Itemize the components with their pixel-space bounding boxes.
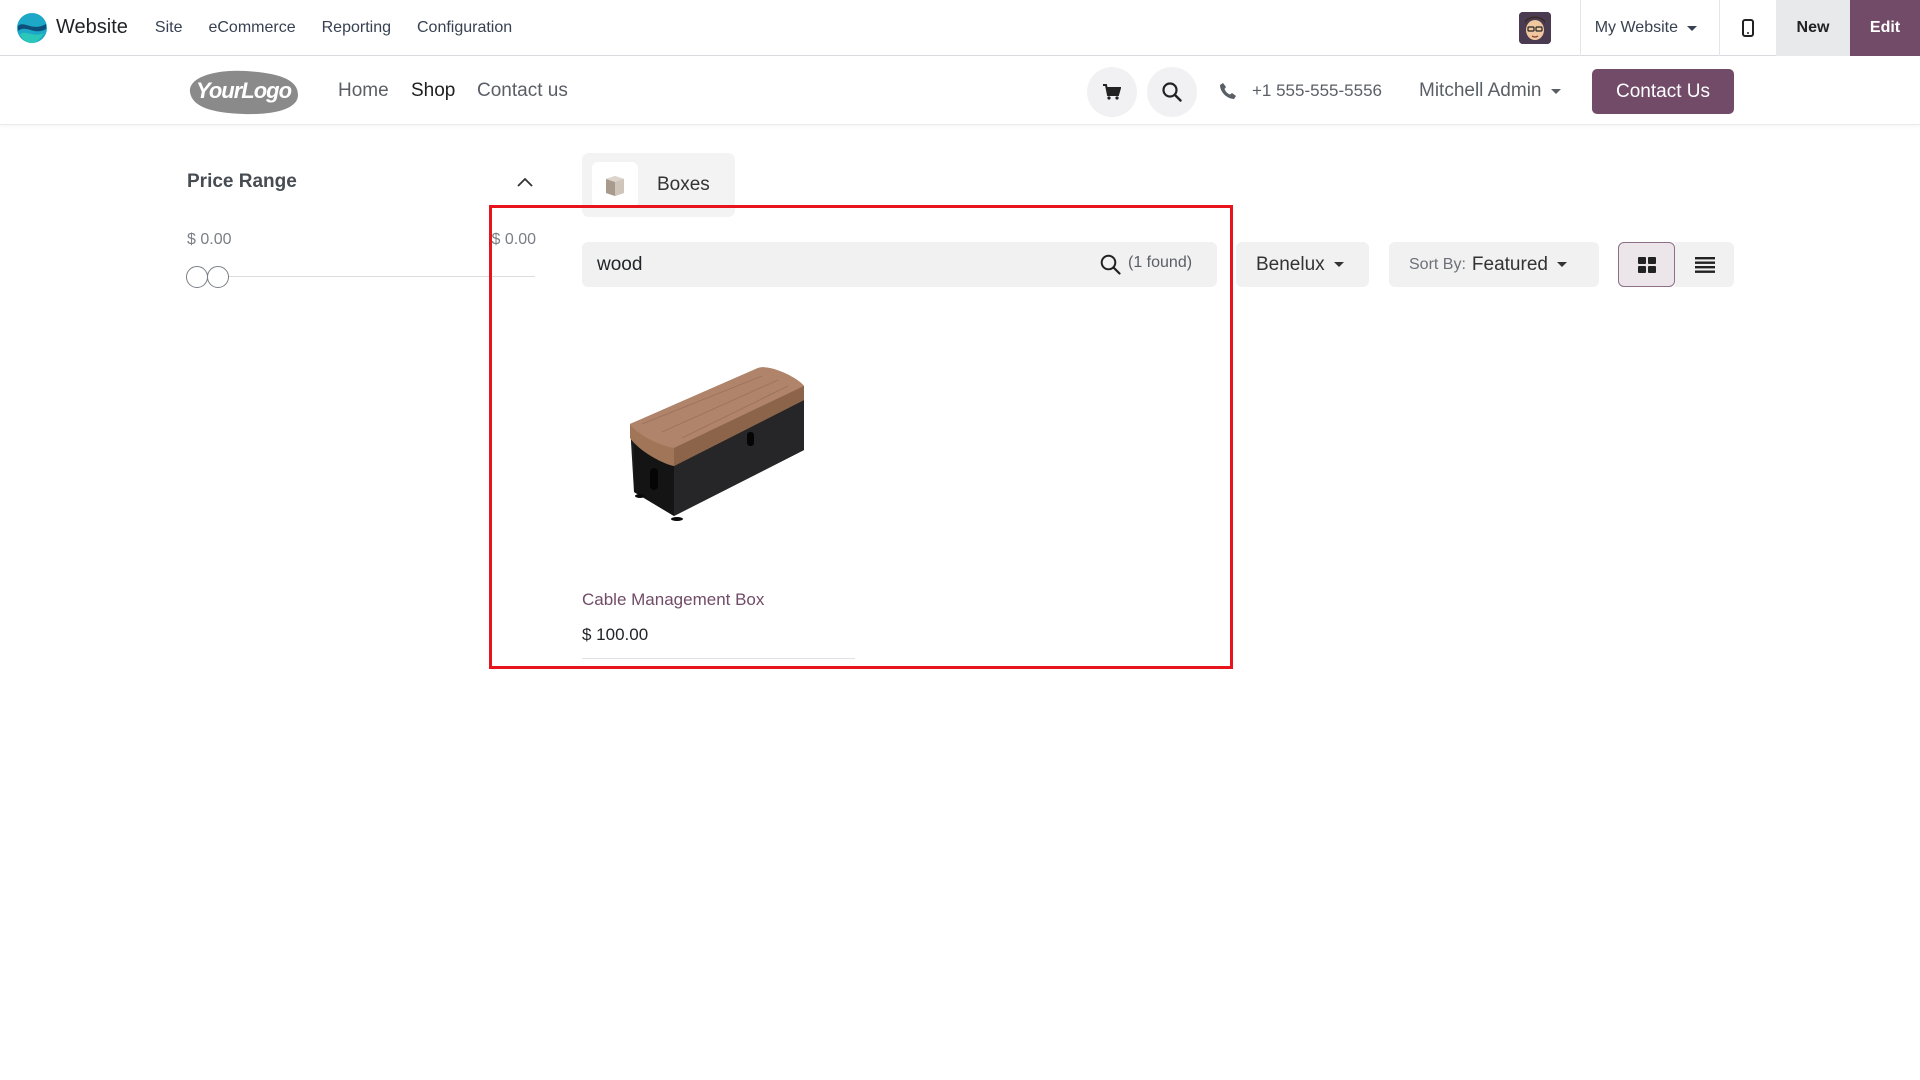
user-menu[interactable]: Mitchell Admin	[1419, 57, 1561, 125]
product-price: $ 100.00	[582, 625, 649, 644]
list-icon	[1694, 256, 1715, 273]
chevron-up-icon[interactable]	[516, 175, 534, 189]
search-icon[interactable]	[1100, 254, 1121, 275]
user-avatar[interactable]	[1518, 12, 1551, 44]
website-selector-label: My Website	[1594, 19, 1678, 36]
price-min-label: $ 0.00	[187, 231, 232, 248]
menu-configuration[interactable]: Configuration	[404, 0, 525, 56]
pricelist-label: Benelux	[1256, 253, 1325, 275]
price-slider-max-handle[interactable]	[207, 266, 229, 288]
price-range-title: Price Range	[187, 171, 297, 192]
logo-text: YourLogo	[196, 78, 292, 103]
phone-icon	[1220, 83, 1236, 99]
new-button[interactable]: New	[1776, 0, 1850, 56]
chevron-down-icon	[1333, 262, 1344, 267]
search-results-count: (1 found)	[1128, 254, 1193, 271]
product-search-box: (1 found)	[582, 242, 1217, 287]
search-icon	[1162, 82, 1182, 102]
site-header: YourLogo Home Shop Contact us +1 555-555…	[0, 57, 1920, 125]
category-chip-boxes[interactable]: Boxes	[582, 153, 735, 217]
list-view-button[interactable]	[1675, 242, 1734, 287]
chevron-down-icon	[1550, 88, 1561, 94]
price-slider-track[interactable]	[187, 276, 535, 277]
box-thumbnail-icon	[592, 162, 638, 208]
grid-view-button[interactable]	[1618, 242, 1675, 287]
website-selector[interactable]: My Website	[1581, 0, 1719, 56]
odoo-logo-icon[interactable]	[16, 12, 48, 44]
cart-button[interactable]	[1087, 67, 1137, 117]
header-search-button[interactable]	[1147, 67, 1197, 117]
edit-button[interactable]: Edit	[1850, 0, 1920, 56]
sort-value: Featured	[1471, 253, 1548, 275]
chevron-down-icon	[1687, 25, 1697, 31]
grid-icon	[1637, 256, 1656, 273]
divider	[582, 658, 855, 659]
phone-number[interactable]: +1 555-555-5556	[1252, 57, 1382, 125]
mobile-icon	[1742, 19, 1754, 37]
menu-site[interactable]: Site	[142, 0, 196, 56]
price-max-label: $ 0.00	[491, 231, 536, 248]
price-slider-min-handle[interactable]	[186, 266, 208, 288]
product-image[interactable]	[582, 320, 855, 585]
menu-ecommerce[interactable]: eCommerce	[195, 0, 308, 56]
menu-reporting[interactable]: Reporting	[309, 0, 404, 56]
category-label: Boxes	[657, 174, 710, 195]
chevron-down-icon	[1556, 262, 1567, 267]
site-logo[interactable]: YourLogo	[186, 67, 300, 117]
cart-icon	[1103, 84, 1121, 100]
admin-bar: Website Site eCommerce Reporting Configu…	[0, 0, 1920, 56]
user-name: Mitchell Admin	[1419, 80, 1542, 101]
nav-contact[interactable]: Contact us	[477, 57, 568, 125]
app-name[interactable]: Website	[56, 16, 128, 39]
product-search-input[interactable]	[597, 253, 1037, 276]
sort-prefix: Sort By:	[1409, 255, 1466, 273]
sort-dropdown[interactable]: Sort By: Featured	[1389, 242, 1599, 287]
nav-shop[interactable]: Shop	[411, 57, 455, 125]
nav-home[interactable]: Home	[338, 57, 389, 125]
pricelist-dropdown[interactable]: Benelux	[1236, 242, 1369, 287]
mobile-preview-button[interactable]	[1720, 0, 1776, 56]
contact-us-button[interactable]: Contact Us	[1592, 69, 1734, 114]
product-name-link[interactable]: Cable Management Box	[582, 590, 764, 610]
